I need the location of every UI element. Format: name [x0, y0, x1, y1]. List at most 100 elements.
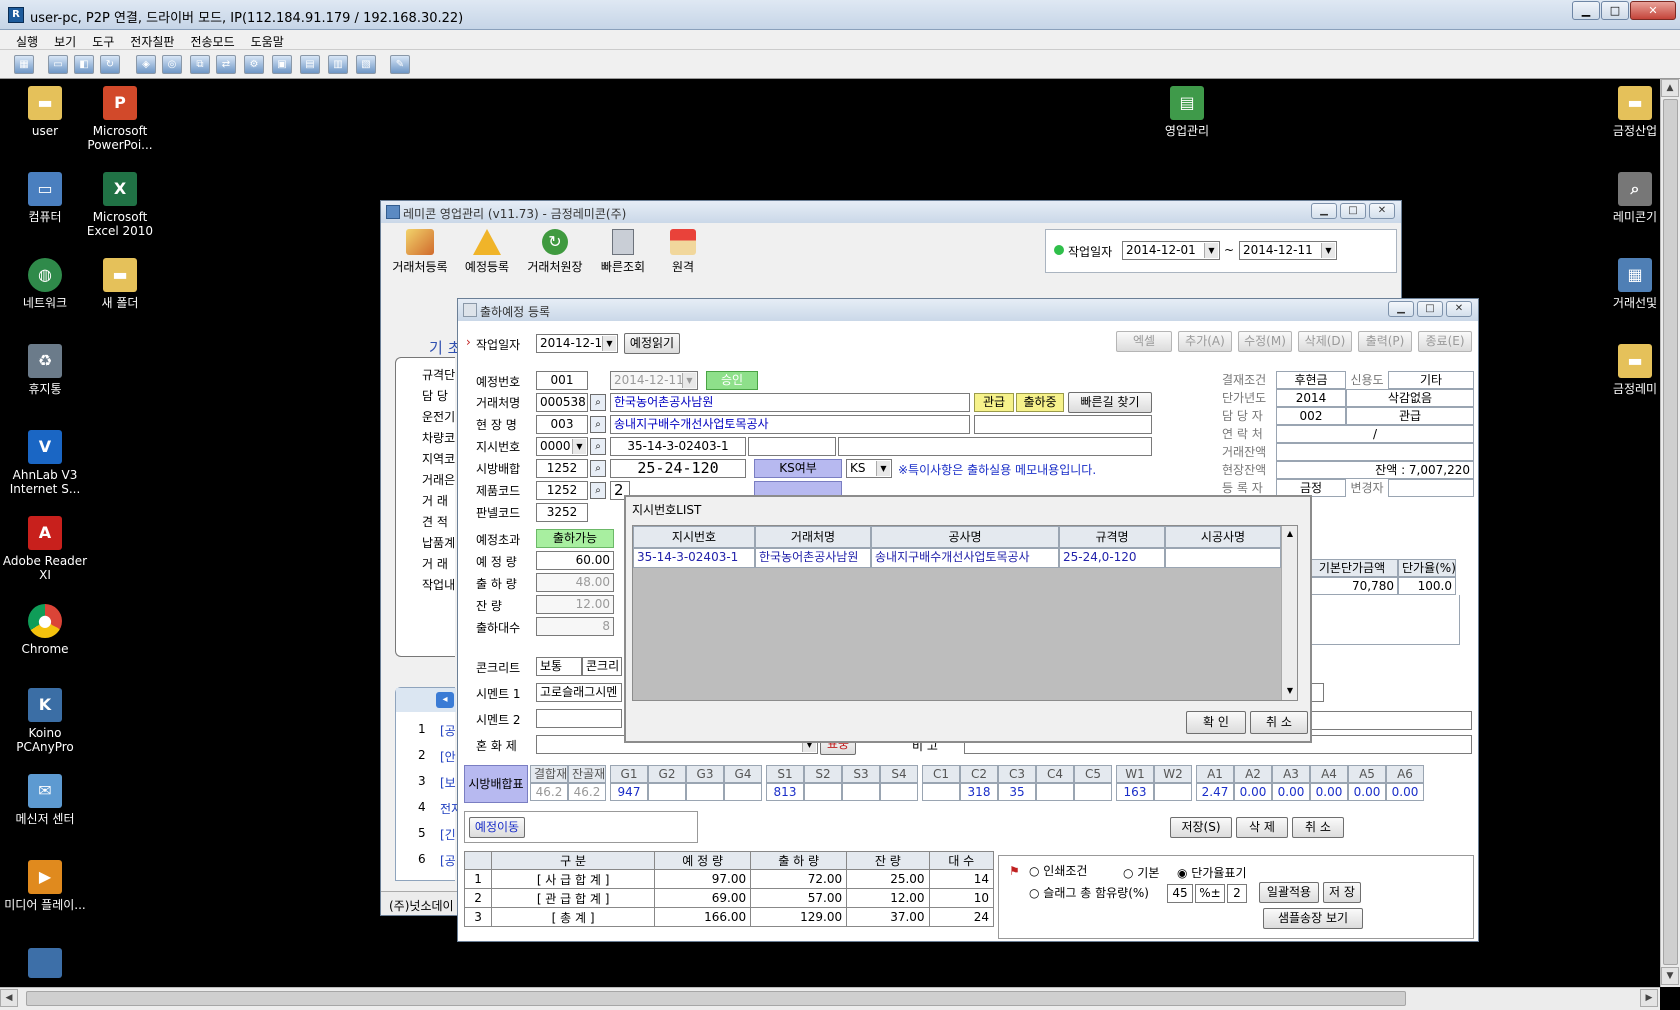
find-route-button[interactable]: 빠른길 찾기: [1068, 392, 1152, 413]
scroll-left-icon[interactable]: ◀: [0, 989, 18, 1007]
desktop-icon-v3[interactable]: V AhnLab V3 Internet S...: [0, 430, 90, 496]
tool-icon-11[interactable]: ▤: [300, 55, 320, 74]
menu-transfer-mode[interactable]: 전송모드: [182, 30, 242, 49]
desktop-icon-adobe-reader[interactable]: A Adobe Reader XI: [0, 516, 90, 582]
instr-no-field[interactable]: 35-14-3-02403-1: [610, 437, 746, 456]
tool-icon-6[interactable]: ◎: [162, 55, 182, 74]
sample-invoice-button[interactable]: 샘플송장 보기: [1263, 908, 1363, 929]
tool-icon-1[interactable]: ▦: [14, 55, 34, 74]
instr-search-icon[interactable]: ⌕: [590, 438, 606, 455]
menu-view[interactable]: 보기: [46, 30, 84, 49]
instr-extra-field-2[interactable]: [838, 437, 1152, 456]
menu-run[interactable]: 실행: [8, 30, 46, 49]
ks-select[interactable]: KS ▼: [846, 459, 892, 478]
print-button[interactable]: 출력(P): [1358, 331, 1412, 352]
maximize-button[interactable]: □: [1601, 1, 1629, 20]
date-to-field[interactable]: 2014-12-11 ▼: [1239, 241, 1337, 260]
dialog-cancel-button[interactable]: 취 소: [1250, 711, 1308, 734]
right-extra-field[interactable]: [1292, 711, 1472, 730]
print-save-button[interactable]: 저 장: [1323, 882, 1361, 903]
desktop-icon-chrome[interactable]: ● Chrome: [0, 604, 90, 656]
plan-qty-field[interactable]: 60.00: [536, 551, 614, 570]
save-button[interactable]: 저장(S): [1170, 817, 1232, 838]
cement1-field[interactable]: 고로슬래그시멘: [536, 683, 622, 702]
read-plan-button[interactable]: 예정읽기: [624, 333, 680, 354]
basic-radio[interactable]: ○ 기본: [1123, 864, 1159, 881]
vertical-scroll-thumb[interactable]: [1663, 99, 1678, 965]
remote-vertical-scrollbar[interactable]: ▲ ▼: [1660, 79, 1680, 987]
menu-tools[interactable]: 도구: [84, 30, 122, 49]
desktop-icon-koino[interactable]: K Koino PCAnyPro: [0, 688, 90, 754]
apply-all-button[interactable]: 일괄적용: [1259, 882, 1319, 903]
instr-extra-field-1[interactable]: [748, 437, 836, 456]
pm-value-field[interactable]: 2: [1227, 884, 1247, 903]
tool-icon-12[interactable]: ▥: [328, 55, 348, 74]
chevron-down-icon[interactable]: ▼: [572, 439, 586, 454]
desktop-icon-new-folder[interactable]: ▬ 새 폴더: [75, 258, 165, 310]
price-rate-radio[interactable]: ◉ 단가율표기: [1177, 864, 1247, 881]
client-search-icon[interactable]: ⌕: [590, 394, 606, 411]
menu-help[interactable]: 도움말: [243, 30, 292, 49]
edit-button[interactable]: 수정(M): [1238, 331, 1292, 352]
tool-icon-3[interactable]: ◧: [74, 55, 94, 74]
product-code-field[interactable]: 1252: [536, 481, 588, 500]
site-extra-field[interactable]: [974, 415, 1152, 434]
cancel-button[interactable]: 취 소: [1292, 817, 1344, 838]
chevron-down-icon[interactable]: ▼: [682, 373, 696, 388]
scroll-right-icon[interactable]: ▶: [1640, 989, 1658, 1007]
chevron-down-icon[interactable]: ▼: [876, 461, 890, 476]
close-button[interactable]: ✕: [1630, 1, 1676, 20]
delete-top-button[interactable]: 삭제(D): [1298, 331, 1352, 352]
tool-icon-5[interactable]: ◈: [136, 55, 156, 74]
scroll-up-icon[interactable]: ▲: [1283, 527, 1297, 541]
form-work-date-field[interactable]: 2014-12-11 ▼: [536, 334, 618, 353]
plan-register-button[interactable]: 예정등록: [457, 229, 517, 279]
remote-button[interactable]: 원격: [655, 229, 711, 279]
client-ledger-button[interactable]: ↻ 거래처원장: [519, 229, 591, 279]
tool-icon-13[interactable]: ▧: [356, 55, 376, 74]
close-button[interactable]: ✕: [1446, 301, 1472, 317]
slag-value-field[interactable]: 45: [1167, 884, 1193, 903]
close-button[interactable]: ✕: [1369, 203, 1395, 219]
tool-icon-9[interactable]: ⚙: [244, 55, 264, 74]
list-row[interactable]: 35-14-3-02403-1 한국농어촌공사남원 송내지구배수개선사업토목공사…: [633, 548, 1281, 568]
plan-move-button[interactable]: 예정이동: [469, 817, 525, 838]
desktop-icon-powerpoint[interactable]: P Microsoft PowerPoi...: [75, 86, 165, 152]
minimize-button[interactable]: ▁: [1572, 1, 1600, 20]
mix-spec-field[interactable]: 25-24-120: [610, 459, 746, 478]
instr-code-field[interactable]: 0000 ▼: [536, 437, 588, 456]
concrete-name-field[interactable]: 콘크리: [582, 657, 622, 676]
remote-horizontal-scrollbar[interactable]: ◀ ▶: [0, 987, 1660, 1010]
client-code-field[interactable]: 000538: [536, 393, 588, 412]
panel-code-field[interactable]: 3252: [536, 503, 588, 522]
mix-code-field[interactable]: 1252: [536, 459, 588, 478]
site-search-icon[interactable]: ⌕: [590, 416, 606, 433]
tool-icon-4[interactable]: ↻: [100, 55, 120, 74]
horizontal-scroll-thumb[interactable]: [26, 991, 1406, 1006]
cement2-field[interactable]: [536, 709, 622, 728]
desktop-icon-excel[interactable]: X Microsoft Excel 2010: [75, 172, 165, 238]
excel-button[interactable]: 엑셀: [1116, 331, 1172, 352]
dialog-ok-button[interactable]: 확 인: [1186, 711, 1246, 734]
plan-no-field[interactable]: 001: [536, 371, 588, 390]
desktop-icon-messenger[interactable]: ✉ 메신저 센터: [0, 774, 90, 826]
tool-icon-14[interactable]: ✎: [390, 55, 410, 74]
quick-search-button[interactable]: 빠른조회: [593, 229, 653, 279]
site-name-field[interactable]: 송내지구배수개선사업토목공사: [610, 415, 970, 434]
dialog-scrollbar[interactable]: ▲ ▼: [1281, 526, 1297, 700]
tool-icon-8[interactable]: ⇄: [216, 55, 236, 74]
plan-date-field[interactable]: 2014-12-11 ▼: [610, 371, 698, 390]
tool-icon-7[interactable]: ⧉: [190, 55, 210, 74]
chevron-down-icon[interactable]: ▼: [1204, 243, 1218, 258]
delete-button[interactable]: 삭 제: [1236, 817, 1288, 838]
client-register-button[interactable]: 거래처등록: [387, 229, 453, 279]
monitor-icon[interactable]: ▭: [48, 55, 68, 74]
desktop-icon-recycle-bin[interactable]: ♻ 휴지통: [0, 344, 90, 396]
scroll-up-icon[interactable]: ▲: [1661, 79, 1679, 97]
minimize-button[interactable]: ▁: [1388, 301, 1414, 317]
add-button[interactable]: 추가(A): [1178, 331, 1232, 352]
client-name-field[interactable]: 한국농어촌공사남원: [610, 393, 970, 412]
chevron-down-icon[interactable]: ▼: [1321, 243, 1335, 258]
exit-button[interactable]: 종료(E): [1418, 331, 1472, 352]
maximize-button[interactable]: □: [1340, 203, 1366, 219]
